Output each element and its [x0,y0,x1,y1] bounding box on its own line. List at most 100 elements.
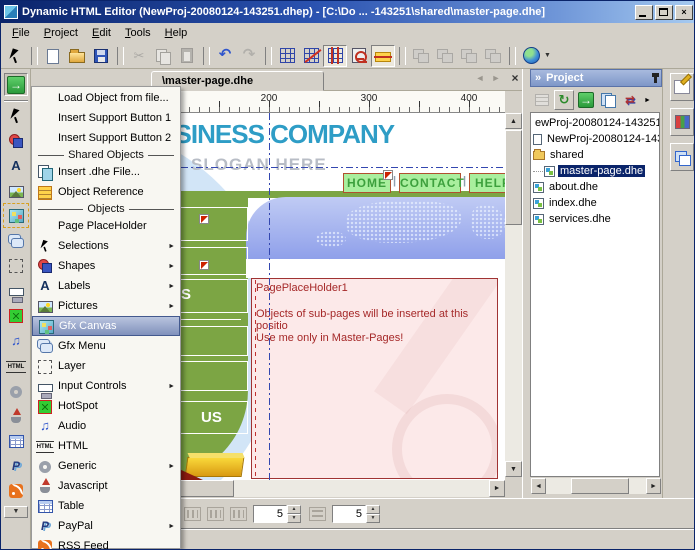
paste-button[interactable] [175,45,199,67]
grid-edit-button[interactable] [299,45,323,67]
design-slogan[interactable]: SLOGAN HERE [191,155,327,175]
tree-item-shared-folder[interactable]: shared [531,147,659,163]
menu-item-shapes[interactable]: Shapes► [32,256,180,276]
strip-library-button[interactable] [670,108,694,136]
tool-input-controls[interactable] [4,279,28,302]
move-forward-button[interactable] [457,45,481,67]
menu-item-page-placeholder[interactable]: Page PlaceHolder [32,216,180,236]
tool-selections[interactable] [4,104,28,127]
tool-layer[interactable] [4,254,28,277]
spin-up-button[interactable]: ▲ [287,505,301,514]
tree-item-index[interactable]: index.dhe [531,195,659,211]
guides-button[interactable] [323,45,347,67]
tool-rss-feed[interactable] [4,479,28,502]
menu-item-table[interactable]: Table [32,496,180,516]
tool-pictures[interactable] [4,179,28,202]
project-transfer-button[interactable]: ⇄ [620,90,640,110]
tool-generic[interactable] [4,379,28,402]
bring-front-button[interactable] [409,45,433,67]
vertical-scroll-thumb[interactable] [505,130,522,225]
tool-gfx-menu[interactable] [4,229,28,252]
design-nav-help[interactable]: HELP [469,173,505,193]
design-menu-box[interactable] [173,361,248,391]
spacing-value-1[interactable]: 5 [253,505,287,523]
menu-item-gfx-canvas[interactable]: Gfx Canvas [32,316,180,336]
menu-item-html[interactable]: HTMLHTML [32,436,180,456]
move-backward-button[interactable] [481,45,505,67]
minimize-button[interactable] [635,5,653,20]
menu-item-selections[interactable]: Selections► [32,236,180,256]
insert-object-button[interactable]: → [4,73,28,96]
page-placeholder-object[interactable]: PagePlaceHolder1 Objects of sub-pages wi… [251,278,498,479]
menu-item-paypal[interactable]: PPayPal► [32,516,180,536]
grid-button[interactable] [275,45,299,67]
center-object-button[interactable] [371,45,395,67]
tool-hotspot[interactable] [4,304,28,327]
align-rows-button[interactable] [184,507,201,521]
design-header-banner[interactable] [246,197,505,259]
menu-help[interactable]: Help [158,25,195,41]
menu-file[interactable]: File [5,25,37,41]
menu-item-input-controls[interactable]: Input Controls► [32,376,180,396]
tree-item-services[interactable]: services.dhe [531,211,659,227]
select-tool-button[interactable] [3,45,27,67]
menu-tools[interactable]: Tools [118,25,158,41]
spin-down-button[interactable]: ▼ [366,514,380,523]
undo-button[interactable]: ↶ [213,45,237,67]
tree-horizontal-scrollbar[interactable]: ◄ ► [531,478,661,494]
cut-button[interactable]: ✂ [127,45,151,67]
tool-javascript[interactable] [4,404,28,427]
project-properties-button[interactable] [532,90,552,110]
project-pages-button[interactable] [598,90,618,110]
save-button[interactable] [89,45,113,67]
chevrons-icon[interactable]: » [535,72,541,84]
panel-splitter[interactable] [522,69,530,550]
menu-item-support-button-2[interactable]: Insert Support Button 2 [32,128,180,148]
tab-next-icon[interactable]: ► [489,73,503,83]
menu-item-rss-feed[interactable]: RSS Feed [32,536,180,550]
spin-down-button[interactable]: ▼ [287,514,301,523]
tree-item-about[interactable]: about.dhe [531,179,659,195]
preview-dropdown-arrow[interactable]: ▼ [544,52,551,59]
maximize-button[interactable] [655,5,673,20]
scroll-right-button[interactable]: ► [646,478,661,494]
tool-paypal[interactable]: P [4,454,28,477]
menu-item-support-button-1[interactable]: Insert Support Button 1 [32,108,180,128]
tool-table[interactable] [4,429,28,452]
scroll-up-button[interactable]: ▲ [505,113,522,129]
copy-button[interactable] [151,45,175,67]
scroll-left-button[interactable]: ◄ [531,478,546,494]
distribute-horizontal-button[interactable] [230,507,247,521]
spin-up-button[interactable]: ▲ [366,505,380,514]
design-nav-contact[interactable]: CONTACT [399,173,461,193]
new-button[interactable] [41,45,65,67]
menu-item-audio[interactable]: ♫Audio [32,416,180,436]
menu-edit[interactable]: Edit [85,25,118,41]
tab-prev-icon[interactable]: ◄ [473,73,487,83]
scroll-right-button[interactable]: ► [489,480,505,497]
tree-item-project-file[interactable]: NewProj-20080124-14325 [531,131,659,147]
menu-item-object-reference[interactable]: Object Reference [32,182,180,202]
spacing-value-2[interactable]: 5 [332,505,366,523]
close-button[interactable]: × [675,5,693,20]
redo-button[interactable]: ↷ [237,45,261,67]
canvas-vertical-scrollbar[interactable]: ▲ ▼ [505,113,522,477]
tool-labels[interactable]: A [4,154,28,177]
design-menu-box[interactable] [173,247,248,275]
send-back-button[interactable] [433,45,457,67]
project-panel-header[interactable]: » Project [530,69,662,87]
project-refresh-button[interactable]: ↻ [554,90,574,110]
tab-close-icon[interactable]: × [507,71,523,85]
open-button[interactable] [65,45,89,67]
menu-item-labels[interactable]: ALabels► [32,276,180,296]
menu-item-load-object[interactable]: Load Object from file... [32,88,180,108]
project-insert-button[interactable]: → [576,90,596,110]
scroll-down-button[interactable]: ▼ [505,461,522,477]
preview-browser-button[interactable] [519,45,543,67]
menu-item-pictures[interactable]: Pictures► [32,296,180,316]
tree-item-master-page[interactable]: master-page.dhe [531,163,659,179]
design-menu-box[interactable] [173,326,248,356]
menu-item-gfx-menu[interactable]: Gfx Menu [32,336,180,356]
pin-icon[interactable] [654,76,657,83]
snap-objects-button[interactable] [347,45,371,67]
